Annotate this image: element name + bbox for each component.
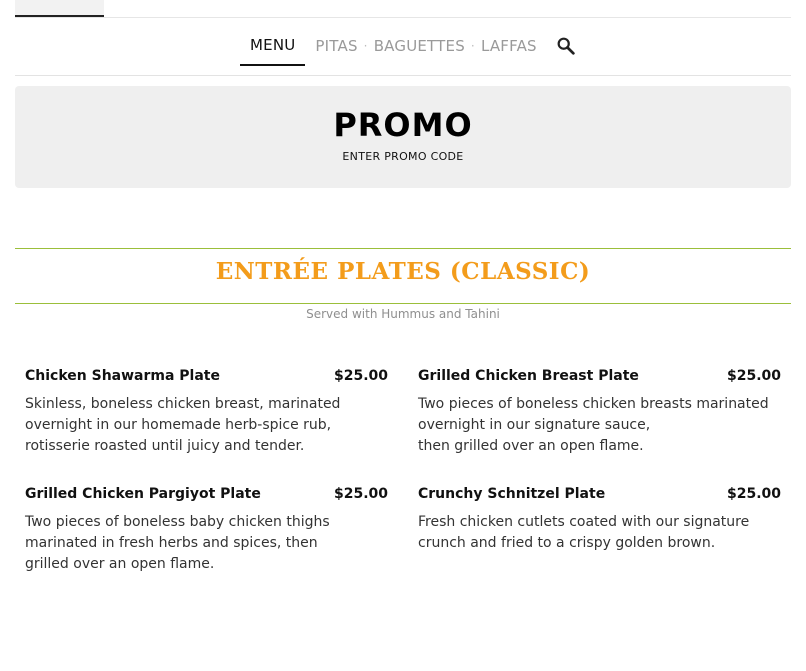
nav-separator: ·	[363, 39, 368, 53]
item-description: Skinless, boneless chicken breast, marin…	[25, 396, 341, 454]
item-name: Grilled Chicken Pargiyot Plate	[25, 486, 261, 502]
top-tab[interactable]	[15, 0, 104, 17]
menu-item[interactable]: Chicken Shawarma Plate $25.00 Skinless, …	[25, 368, 388, 457]
top-bar	[15, 0, 791, 18]
menu-item[interactable]: Crunchy Schnitzel Plate $25.00 Fresh chi…	[418, 486, 781, 554]
menu-item[interactable]: Grilled Chicken Pargiyot Plate $25.00 Tw…	[25, 486, 388, 575]
nav-link-laffas[interactable]: LAFFAS	[481, 37, 537, 55]
promo-code-link[interactable]: ENTER PROMO CODE	[15, 150, 791, 163]
promo-panel[interactable]: PROMO ENTER PROMO CODE	[15, 86, 791, 188]
section-subtitle: Served with Hummus and Tahini	[306, 307, 500, 321]
promo-title: PROMO	[333, 106, 473, 144]
item-description: Fresh chicken cutlets coated with our si…	[418, 514, 750, 551]
section-rule-top	[15, 248, 791, 249]
item-name: Chicken Shawarma Plate	[25, 368, 220, 384]
item-name: Grilled Chicken Breast Plate	[418, 368, 639, 384]
item-price: $25.00	[333, 486, 388, 502]
nav-separator: ·	[470, 39, 475, 53]
category-nav: MENU PITAS · BAGUETTES · LAFFAS	[15, 17, 791, 76]
nav-menu-tab[interactable]: MENU	[240, 26, 306, 66]
item-price: $25.00	[726, 486, 781, 502]
search-icon[interactable]	[555, 35, 577, 57]
menu-item[interactable]: Grilled Chicken Breast Plate $25.00 Two …	[418, 368, 781, 457]
section-rule-bottom	[15, 303, 791, 304]
section-title: ENTRÉE PLATES (CLASSIC)	[215, 258, 591, 285]
item-description: Two pieces of boneless chicken breasts m…	[418, 396, 769, 454]
item-price: $25.00	[333, 368, 388, 384]
item-name: Crunchy Schnitzel Plate	[418, 486, 606, 502]
item-price: $25.00	[726, 368, 781, 384]
nav-link-pitas[interactable]: PITAS	[315, 37, 357, 55]
nav-link-baguettes[interactable]: BAGUETTES	[374, 37, 465, 55]
item-description: Two pieces of boneless baby chicken thig…	[25, 514, 330, 572]
